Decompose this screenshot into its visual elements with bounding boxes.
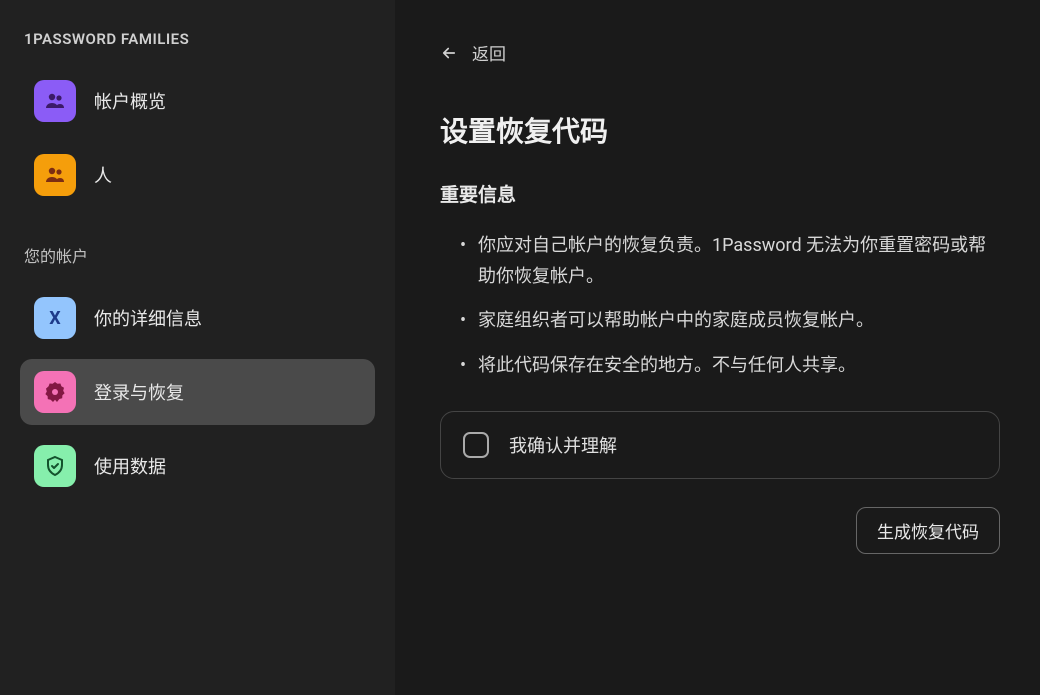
sidebar-item-people[interactable]: 人 [20, 142, 375, 208]
list-item: 你应对自己帐户的恢复负责。1Password 无法为你重置密码或帮助你恢复帐户。 [460, 231, 1000, 292]
list-item: 家庭组织者可以帮助帐户中的家庭成员恢复帐户。 [460, 306, 1000, 337]
sidebar-item-label: 你的详细信息 [94, 305, 202, 331]
section-title: 重要信息 [440, 180, 1000, 207]
sidebar-item-usage-data[interactable]: 使用数据 [20, 433, 375, 499]
sidebar-item-account-overview[interactable]: 帐户概览 [20, 68, 375, 134]
action-row: 生成恢复代码 [440, 507, 1000, 554]
sidebar: 1PASSWORD FAMILIES 帐户概览 人 您的帐户 X [0, 0, 395, 695]
list-item: 将此代码保存在安全的地方。不与任何人共享。 [460, 351, 1000, 382]
sidebar-section-header: 您的帐户 [20, 243, 375, 267]
confirm-box: 我确认并理解 [440, 411, 1000, 479]
sidebar-item-label: 人 [94, 162, 112, 188]
arrow-left-icon [440, 44, 458, 62]
back-button[interactable]: 返回 [440, 40, 506, 65]
main-content: 返回 设置恢复代码 重要信息 你应对自己帐户的恢复负责。1Password 无法… [395, 0, 1040, 695]
sidebar-item-your-details[interactable]: X 你的详细信息 [20, 285, 375, 351]
x-mark-icon: X [34, 297, 76, 339]
badge-icon [34, 371, 76, 413]
sidebar-item-label: 帐户概览 [94, 88, 166, 114]
sidebar-header: 1PASSWORD FAMILIES [20, 30, 375, 48]
sidebar-item-signin-recovery[interactable]: 登录与恢复 [20, 359, 375, 425]
generate-recovery-code-button[interactable]: 生成恢复代码 [856, 507, 1000, 554]
info-list: 你应对自己帐户的恢复负责。1Password 无法为你重置密码或帮助你恢复帐户。… [440, 231, 1000, 381]
sidebar-item-label: 使用数据 [94, 453, 166, 479]
sidebar-item-label: 登录与恢复 [94, 379, 184, 405]
users-group-icon [34, 80, 76, 122]
page-title: 设置恢复代码 [440, 110, 1000, 150]
confirm-label: 我确认并理解 [509, 432, 617, 458]
shield-icon [34, 445, 76, 487]
people-icon [34, 154, 76, 196]
back-label: 返回 [472, 40, 506, 65]
confirm-checkbox[interactable] [463, 432, 489, 458]
